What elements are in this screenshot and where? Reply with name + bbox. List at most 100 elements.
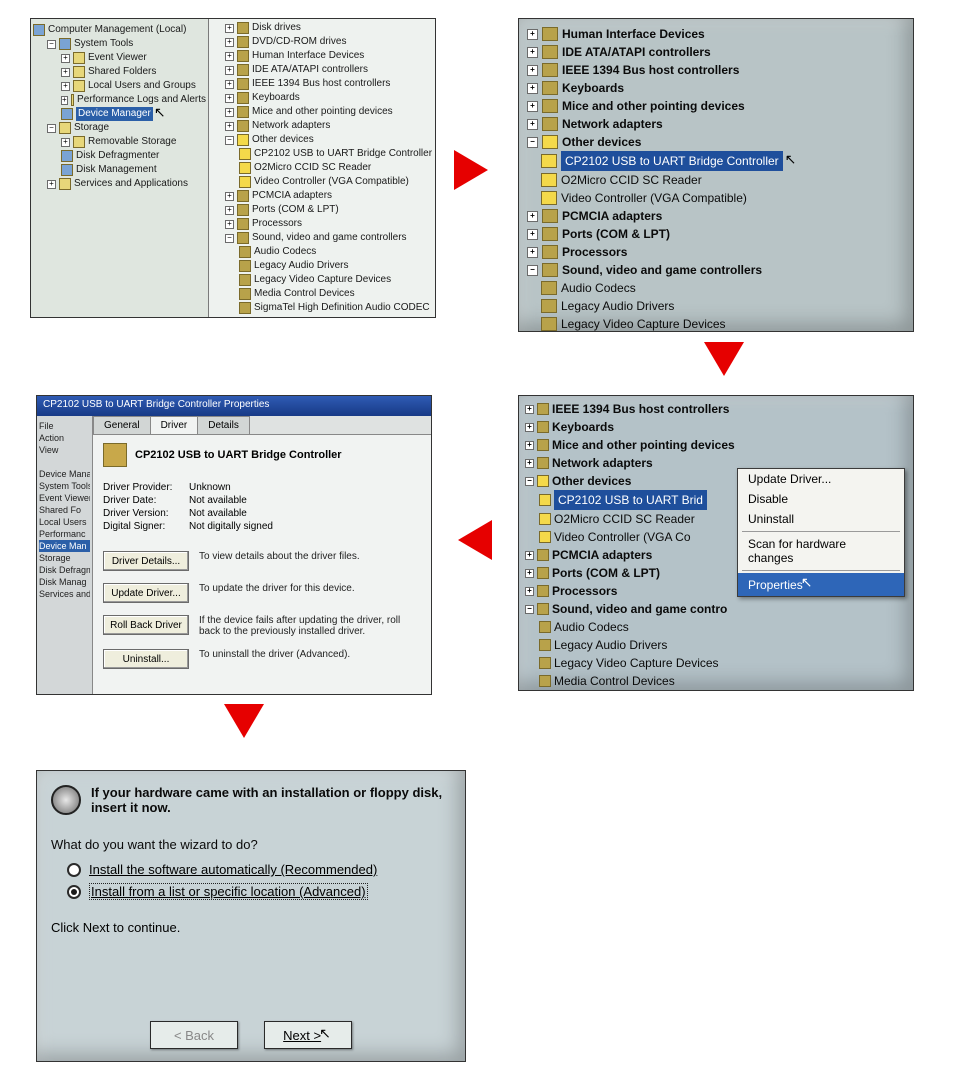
tree-item[interactable]: SigmaTel High Definition Audio CODEC	[554, 690, 765, 691]
tree-item[interactable]: CP2102 USB to UART Bridge Controller	[254, 147, 432, 161]
tree-item[interactable]: Removable Storage	[88, 135, 176, 149]
collapse-icon[interactable]: −	[525, 605, 534, 614]
tab-details[interactable]: Details	[197, 416, 250, 434]
tree-item[interactable]: Legacy Video Capture Devices	[254, 273, 391, 287]
tree-item[interactable]: Disk Defragmenter	[76, 149, 159, 163]
back-button[interactable]: < Back	[150, 1021, 238, 1049]
expand-icon[interactable]: +	[225, 80, 234, 89]
collapse-icon[interactable]: −	[527, 137, 538, 148]
expand-icon[interactable]: +	[225, 220, 234, 229]
tree-item[interactable]: Legacy Audio Drivers	[254, 259, 349, 273]
tree-item[interactable]: IDE ATA/ATAPI controllers	[562, 43, 711, 61]
expand-icon[interactable]: +	[527, 119, 538, 130]
tree-item[interactable]: Processors	[562, 243, 627, 261]
tab-driver[interactable]: Driver	[150, 416, 199, 434]
expand-icon[interactable]: +	[225, 108, 234, 117]
collapse-icon[interactable]: −	[225, 234, 234, 243]
tree-item[interactable]: Disk drives	[252, 21, 301, 35]
radio-checked-icon[interactable]	[67, 885, 81, 899]
tree-item[interactable]: Storage	[74, 121, 109, 135]
uninstall-button[interactable]: Uninstall...	[103, 649, 189, 669]
tree-item[interactable]: IEEE 1394 Bus host controllers	[552, 400, 729, 418]
tree-item[interactable]: Keyboards	[552, 418, 614, 436]
expand-icon[interactable]: +	[225, 192, 234, 201]
expand-icon[interactable]: +	[47, 180, 56, 189]
tree-item[interactable]: Other devices	[252, 133, 314, 147]
tab-general[interactable]: General	[93, 416, 151, 434]
tree-item[interactable]: Sound, video and game contro	[552, 600, 727, 618]
tree-item[interactable]: O2Micro CCID SC Reader	[561, 171, 702, 189]
tree-item[interactable]: Audio Codecs	[554, 618, 629, 636]
tree-item[interactable]: Mice and other pointing devices	[562, 97, 745, 115]
expand-icon[interactable]: +	[225, 94, 234, 103]
tree-item[interactable]: Video Controller (VGA Compatible)	[254, 175, 409, 189]
expand-icon[interactable]: +	[527, 47, 538, 58]
expand-icon[interactable]: +	[527, 229, 538, 240]
tree-item[interactable]: Sound, video and game controllers	[252, 231, 407, 245]
expand-icon[interactable]: +	[61, 82, 70, 91]
tree-item[interactable]: O2Micro CCID SC Reader	[554, 510, 695, 528]
menu-scan[interactable]: Scan for hardware changes	[738, 534, 904, 568]
collapse-icon[interactable]: −	[527, 265, 538, 276]
menu-properties[interactable]: Properties↖	[738, 573, 904, 596]
expand-icon[interactable]: +	[225, 206, 234, 215]
expand-icon[interactable]: +	[525, 405, 534, 414]
tree-item-selected[interactable]: CP2102 USB to UART Bridge Controller	[561, 151, 783, 171]
tree-item[interactable]: Video Controller (VGA Compatible)	[561, 189, 747, 207]
expand-icon[interactable]: +	[225, 66, 234, 75]
tree-item[interactable]: PCMCIA adapters	[562, 207, 662, 225]
tree-item[interactable]: Ports (COM & LPT)	[562, 225, 670, 243]
tree-item[interactable]: DVD/CD-ROM drives	[252, 35, 346, 49]
tree-item[interactable]: PCMCIA adapters	[552, 546, 652, 564]
tree-item[interactable]: Human Interface Devices	[252, 49, 364, 63]
tree-item[interactable]: Disk Management	[76, 163, 157, 177]
tree-item[interactable]: Keyboards	[252, 91, 300, 105]
expand-icon[interactable]: +	[527, 101, 538, 112]
tree-item[interactable]: Processors	[252, 217, 302, 231]
collapse-icon[interactable]: −	[225, 136, 234, 145]
next-button[interactable]: Next >↖	[264, 1021, 352, 1049]
expand-icon[interactable]: +	[225, 24, 234, 33]
tree-item[interactable]: Legacy Video Capture Devices	[561, 315, 726, 332]
expand-icon[interactable]: +	[61, 96, 68, 105]
tree-item[interactable]: Legacy Audio Drivers	[561, 297, 674, 315]
expand-icon[interactable]: +	[61, 68, 70, 77]
tree-root[interactable]: Computer Management (Local)	[48, 23, 186, 37]
expand-icon[interactable]: +	[61, 54, 70, 63]
tree-item[interactable]: Performance Logs and Alerts	[77, 93, 206, 107]
tree-item[interactable]: Shared Folders	[88, 65, 156, 79]
tree-item[interactable]: Video Controller (VGA Co	[554, 528, 691, 546]
tree-item[interactable]: Local Users and Groups	[88, 79, 196, 93]
tree-item[interactable]: Mice and other pointing devices	[552, 436, 735, 454]
rollback-driver-button[interactable]: Roll Back Driver	[103, 615, 189, 635]
collapse-icon[interactable]: −	[47, 40, 56, 49]
expand-icon[interactable]: +	[525, 551, 534, 560]
tree-item[interactable]: IDE ATA/ATAPI controllers	[252, 63, 368, 77]
expand-icon[interactable]: +	[525, 441, 534, 450]
expand-icon[interactable]: +	[527, 247, 538, 258]
tree-item[interactable]: Mice and other pointing devices	[252, 105, 393, 119]
expand-icon[interactable]: +	[527, 83, 538, 94]
tree-item[interactable]: Legacy Video Capture Devices	[554, 654, 719, 672]
tree-item[interactable]: Media Control Devices	[254, 287, 355, 301]
tree-item-selected[interactable]: CP2102 USB to UART Brid	[554, 490, 707, 510]
expand-icon[interactable]: +	[525, 459, 534, 468]
tree-item[interactable]: SigmaTel High Definition Audio CODEC	[254, 301, 430, 315]
tree-item[interactable]: Keyboards	[562, 79, 624, 97]
menu-uninstall[interactable]: Uninstall	[738, 509, 904, 529]
expand-icon[interactable]: +	[527, 211, 538, 222]
tree-item[interactable]: Event Viewer	[88, 51, 147, 65]
tree-item[interactable]: Network adapters	[562, 115, 663, 133]
tree-item[interactable]: Human Interface Devices	[562, 25, 705, 43]
collapse-icon[interactable]: −	[525, 477, 534, 486]
expand-icon[interactable]: +	[525, 569, 534, 578]
tree-item[interactable]: O2Micro CCID SC Reader	[254, 161, 371, 175]
tree-item[interactable]: Sound, video and game controllers	[562, 261, 762, 279]
expand-icon[interactable]: +	[225, 38, 234, 47]
tree-item[interactable]: Services and Applications	[74, 177, 188, 191]
tree-item[interactable]: Other devices	[562, 133, 641, 151]
tree-item[interactable]: Ports (COM & LPT)	[252, 203, 339, 217]
tree-item[interactable]: IEEE 1394 Bus host controllers	[562, 61, 739, 79]
update-driver-button[interactable]: Update Driver...	[103, 583, 189, 603]
expand-icon[interactable]: +	[525, 587, 534, 596]
